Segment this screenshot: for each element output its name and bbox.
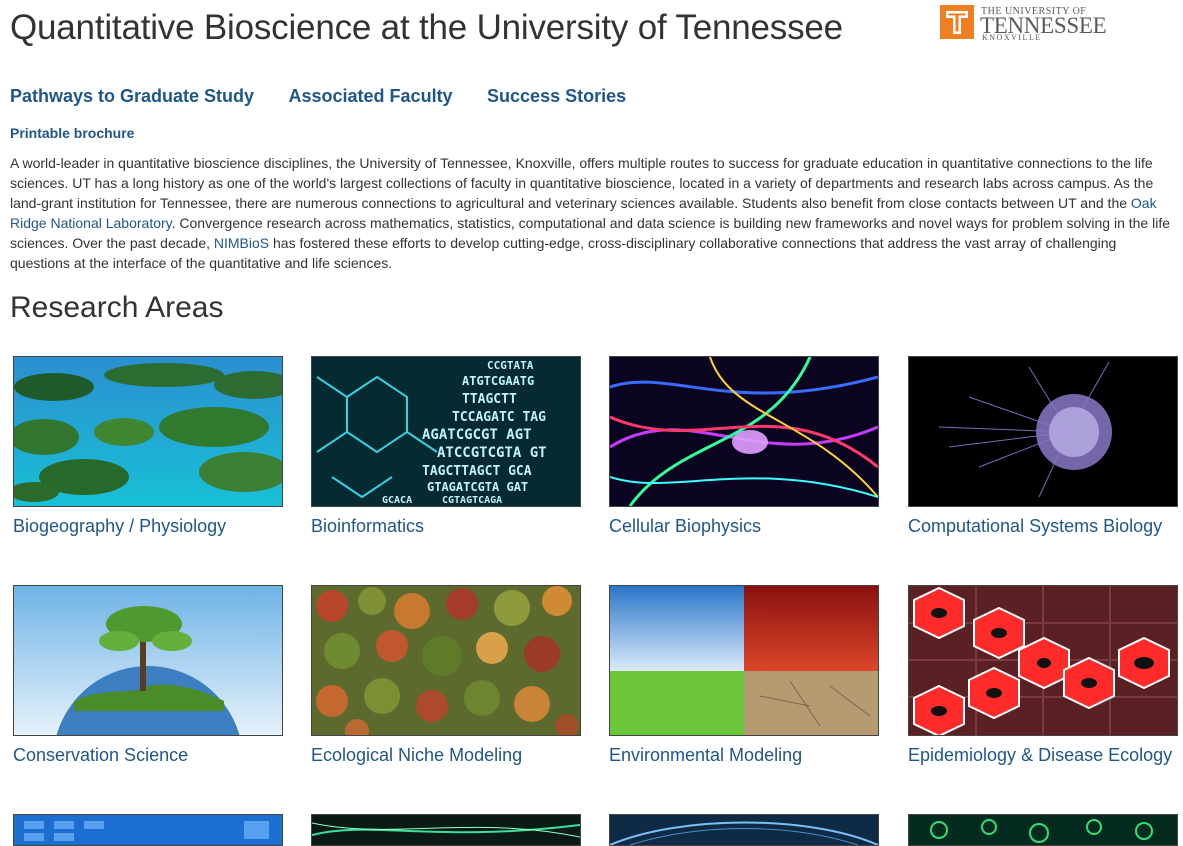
research-areas-heading: Research Areas xyxy=(10,291,224,324)
research-tile-environmental-modeling[interactable]: Environmental Modeling xyxy=(609,585,879,765)
seq-line-6: ATCCGTCGTA GT xyxy=(437,445,547,461)
conservation-science-image[interactable] xyxy=(13,585,283,736)
seq-line-5: AGATCGCGT AGT xyxy=(422,427,532,443)
row3-image-3[interactable] xyxy=(609,814,879,846)
seq-line-2: ATGTCGAATG xyxy=(462,374,534,388)
biogeography-image[interactable] xyxy=(13,356,283,507)
seq-line-9: CGTAGTCAGA xyxy=(442,495,502,506)
row3-image-2[interactable] xyxy=(311,814,581,846)
intro-paragraph: A world-leader in quantitative bioscienc… xyxy=(10,153,1175,273)
seq-line-4: TCCAGATC TAG xyxy=(452,410,546,425)
primary-nav: Pathways to Graduate Study Associated Fa… xyxy=(10,86,656,107)
printable-brochure-link[interactable]: Printable brochure xyxy=(10,125,134,141)
research-tile-cellular-biophysics[interactable]: Cellular Biophysics xyxy=(609,356,879,536)
research-label-ecological-niche-modeling[interactable]: Ecological Niche Modeling xyxy=(311,745,581,765)
bioinformatics-image[interactable]: CCGTATA ATGTCGAATG TTAGCTT TCCAGATC TAG … xyxy=(311,356,581,507)
environmental-modeling-image[interactable] xyxy=(609,585,879,736)
research-tile-computational-systems-biology[interactable]: Computational Systems Biology xyxy=(908,356,1178,536)
nav-success-stories[interactable]: Success Stories xyxy=(487,86,626,107)
research-tile-row3-1[interactable] xyxy=(13,814,283,846)
research-label-bioinformatics[interactable]: Bioinformatics xyxy=(311,516,581,536)
nav-associated-faculty[interactable]: Associated Faculty xyxy=(289,86,453,107)
research-label-cellular-biophysics[interactable]: Cellular Biophysics xyxy=(609,516,879,536)
research-tile-epidemiology[interactable]: Epidemiology & Disease Ecology xyxy=(908,585,1178,765)
research-tile-ecological-niche-modeling[interactable]: Ecological Niche Modeling xyxy=(311,585,581,765)
seq-line-8: GTAGATCGTA GAT xyxy=(427,480,528,494)
research-label-epidemiology[interactable]: Epidemiology & Disease Ecology xyxy=(908,745,1178,765)
logo-line-3: KNOXVILLE xyxy=(982,33,1042,42)
research-label-computational-systems-biology[interactable]: Computational Systems Biology xyxy=(908,516,1178,536)
research-tile-conservation-science[interactable]: Conservation Science xyxy=(13,585,283,765)
page-title: Quantitative Bioscience at the Universit… xyxy=(10,8,843,47)
research-tile-row3-3[interactable] xyxy=(609,814,879,846)
nav-pathways[interactable]: Pathways to Graduate Study xyxy=(10,86,254,107)
research-tile-row3-4[interactable] xyxy=(908,814,1178,846)
row3-image-4[interactable] xyxy=(908,814,1178,846)
cellular-biophysics-image[interactable] xyxy=(609,356,879,507)
research-label-biogeography[interactable]: Biogeography / Physiology xyxy=(13,516,283,536)
epidemiology-image[interactable] xyxy=(908,585,1178,736)
research-tile-biogeography[interactable]: Biogeography / Physiology xyxy=(13,356,283,536)
research-label-environmental-modeling[interactable]: Environmental Modeling xyxy=(609,745,879,765)
computational-systems-biology-image[interactable] xyxy=(908,356,1178,507)
seq-line-10: GCACA xyxy=(382,495,412,506)
ecological-niche-modeling-image[interactable] xyxy=(311,585,581,736)
seq-line-7: TAGCTTAGCT GCA xyxy=(422,464,532,479)
seq-line-3: TTAGCTT xyxy=(462,392,517,407)
ut-t-logo-icon xyxy=(940,5,974,39)
ut-logo[interactable]: THE UNIVERSITY OF TENNESSEE KNOXVILLE xyxy=(940,5,1107,43)
nimbios-link[interactable]: NIMBioS xyxy=(214,235,269,251)
research-label-conservation-science[interactable]: Conservation Science xyxy=(13,745,283,765)
intro-text-1: A world-leader in quantitative bioscienc… xyxy=(10,155,1154,211)
seq-line-1: CCGTATA xyxy=(487,359,534,372)
research-tile-bioinformatics[interactable]: CCGTATA ATGTCGAATG TTAGCTT TCCAGATC TAG … xyxy=(311,356,581,536)
research-tile-row3-2[interactable] xyxy=(311,814,581,846)
row3-image-1[interactable] xyxy=(13,814,283,846)
